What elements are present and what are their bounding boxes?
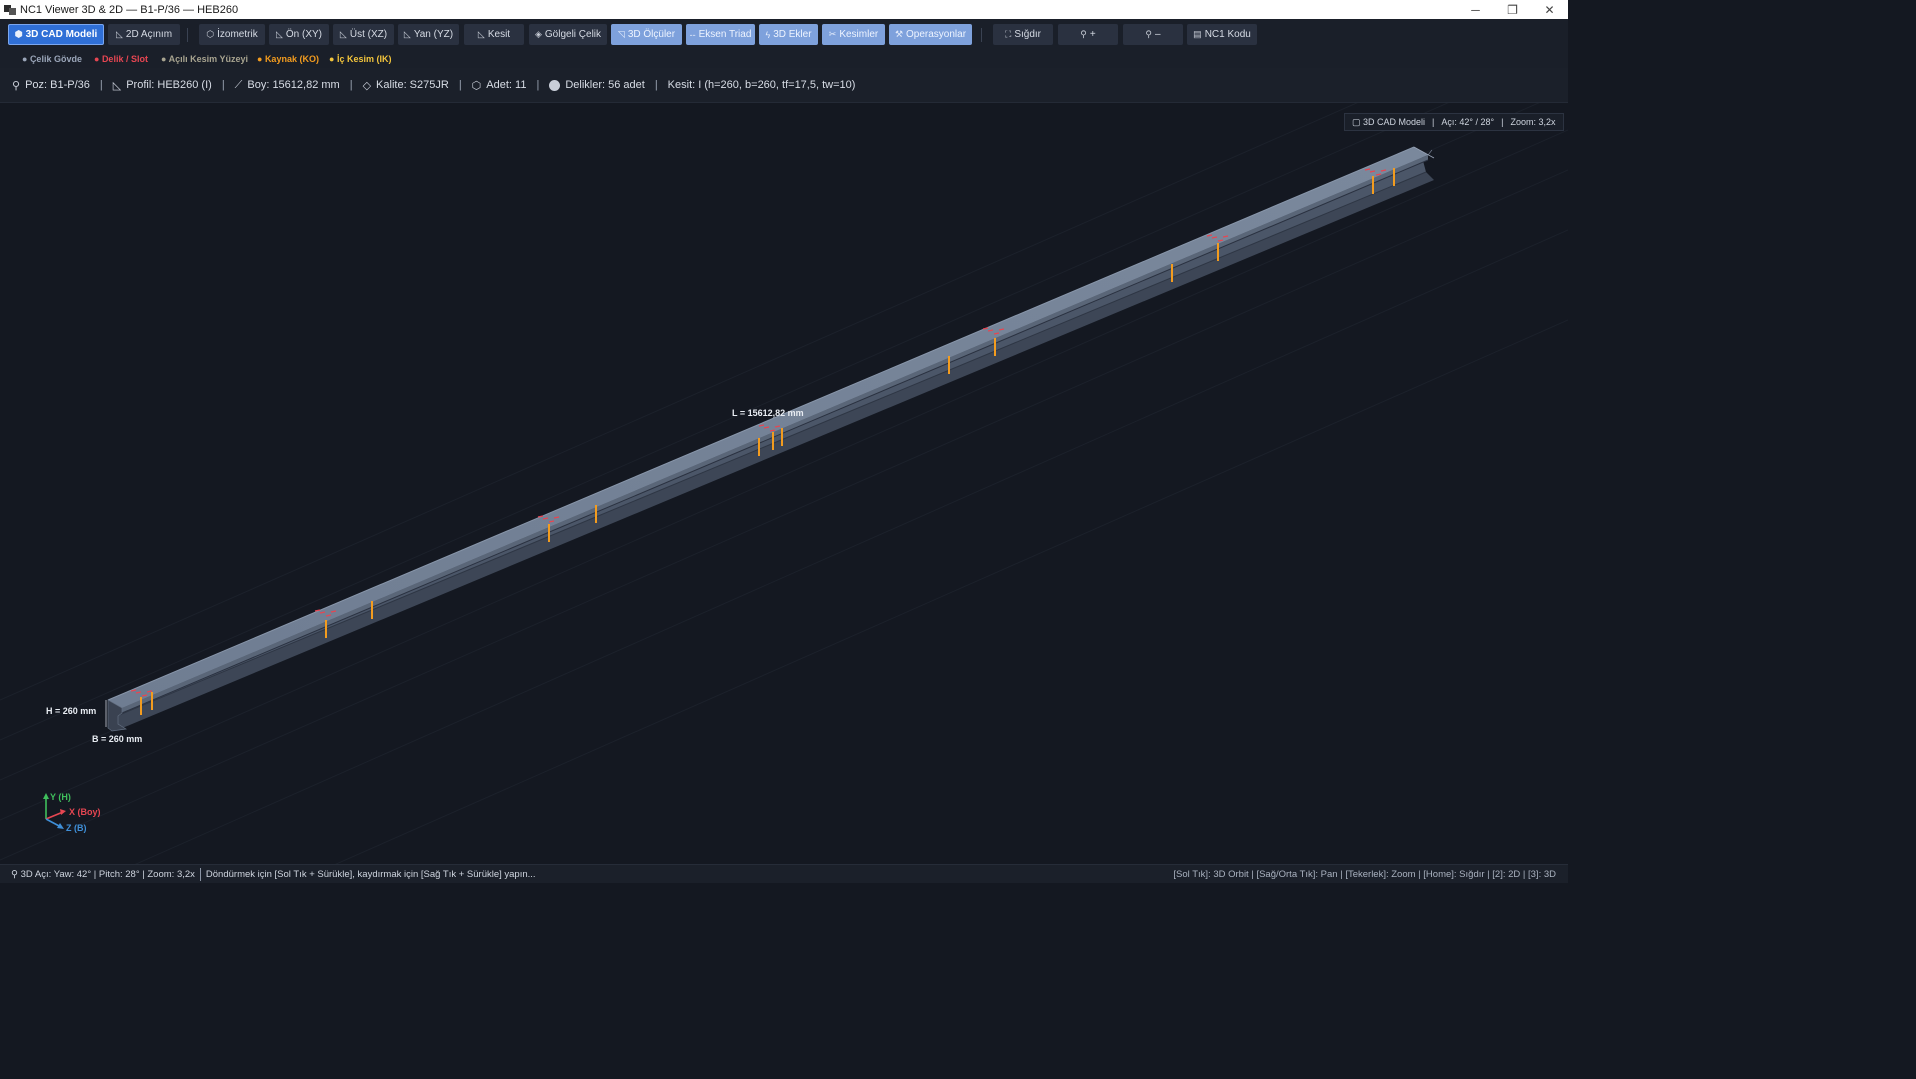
magnifier-icon: ⚲ xyxy=(1080,29,1087,39)
3d-attachments-toggle[interactable]: ϟ 3D Ekler xyxy=(759,24,818,45)
cube-icon: ⬢ xyxy=(14,29,23,39)
minimize-button[interactable]: ─ xyxy=(1457,0,1494,19)
nc1-code-button[interactable]: ▤ NC1 Kodu xyxy=(1187,24,1257,45)
close-button[interactable]: ✕ xyxy=(1531,0,1568,19)
3d-dimensions-toggle[interactable]: ◹ 3D Ölçüler xyxy=(611,24,682,45)
axis-triad-toggle[interactable]: -- Eksen Triad xyxy=(686,24,755,45)
scissors-icon: ✂ xyxy=(828,29,837,39)
top-view-button[interactable]: ◺ Üst (XZ) xyxy=(333,24,394,45)
view-angle-text: Açı: 42° / 28° xyxy=(1441,117,1495,127)
ruler-icon: ◺ xyxy=(403,29,411,39)
part-info-bar: ⚲ Poz: B1-P/36 | ◺ Profil: HEB260 (I) | ⟋ B… xyxy=(0,68,1568,103)
fit-icon: ⛶ xyxy=(1005,29,1012,39)
view-mode-text: 3D CAD Modeli xyxy=(1363,117,1426,127)
2d-unfold-button[interactable]: ◺ 2D Açınım xyxy=(108,24,180,45)
fit-view-button[interactable]: ⛶ Sığdır xyxy=(993,24,1053,45)
title-bar: NC1 Viewer 3D & 2D — B1-P/36 — HEB260 ─ … xyxy=(0,0,1568,19)
3d-cad-model-button[interactable]: ⬢ 3D CAD Modeli xyxy=(8,24,104,45)
app-icon xyxy=(4,4,16,15)
window-title: NC1 Viewer 3D & 2D — B1-P/36 — HEB260 xyxy=(20,3,239,16)
ruler-icon: ◺ xyxy=(275,29,283,39)
ruler-icon: ◺ xyxy=(115,29,123,39)
ruler-icon: ◹ xyxy=(617,29,625,39)
status-bar: ⚲ 3D Açı: Yaw: 42° | Pitch: 28° | Zoom: … xyxy=(0,864,1568,883)
legend-inner-cut: ● İç Kesim (IK) xyxy=(329,54,392,64)
section-view-button[interactable]: ◺ Kesit xyxy=(464,24,524,45)
beam-top-flange-edge xyxy=(122,155,1428,713)
y-axis-arrow xyxy=(43,793,49,799)
section-label: Kesit: I (h=260, b=260, tf=17,5, tw=10) xyxy=(667,79,856,91)
hole-icon xyxy=(549,79,561,91)
toolbar-divider xyxy=(187,28,188,42)
paint-icon: ◈ xyxy=(534,29,542,39)
box-icon: ⬡ xyxy=(471,79,482,92)
position-label: Poz: B1-P/36 xyxy=(25,79,90,91)
length-dimension-label: L = 15612,82 mm xyxy=(732,408,804,418)
status-shortcuts: [Sol Tık]: 3D Orbit | [Sağ/Orta Tık]: Pa… xyxy=(1173,868,1556,880)
legend-weld: ● Kaynak (KO) xyxy=(257,54,319,64)
holes-label: Delikler: 56 adet xyxy=(565,79,645,91)
grade-label: Kalite: S275JR xyxy=(376,79,449,91)
front-view-button[interactable]: ◺ Ön (XY) xyxy=(269,24,329,45)
bolt-icon: ϟ xyxy=(765,29,771,40)
cube-icon: ▢ xyxy=(1352,116,1364,127)
zoom-out-button[interactable]: ⚲ – xyxy=(1123,24,1183,45)
ruler-icon: ◺ xyxy=(112,79,122,92)
width-dimension-label: B = 260 mm xyxy=(92,734,142,744)
x-axis-label: X (Boy) xyxy=(69,807,101,817)
beam-body xyxy=(107,146,1435,732)
viewport-info-badge: ▢ 3D CAD Modeli | Açı: 42° / 28° | Zoom:… xyxy=(1344,113,1564,131)
isometric-view-button[interactable]: ⬡ İzometrik xyxy=(199,24,265,45)
pin-icon: ⚲ xyxy=(12,79,21,92)
length-label: Boy: 15612,82 mm xyxy=(247,79,340,91)
wrench-icon: ⚒ xyxy=(894,29,904,39)
legend-hole-slot: ● Delik / Slot xyxy=(94,54,148,64)
tag-icon: ◇ xyxy=(362,79,372,92)
main-toolbar: ⬢ 3D CAD Modeli ◺ 2D Açınım ⬡ İzometrik ◺ Ön… xyxy=(0,19,1568,51)
tape-icon: ⟋ xyxy=(234,78,243,91)
legend-angled-cut: ● Açılı Kesim Yüzeyi xyxy=(161,54,248,64)
axis-icon: -- xyxy=(689,29,696,40)
magnifier-icon: ⚲ xyxy=(1145,29,1153,39)
axis-triad: Y (H) X (Boy) Z (B) xyxy=(43,792,101,833)
restore-button[interactable]: ❐ xyxy=(1494,0,1531,19)
color-legend: ● Çelik Gövde ● Delik / Slot ● Açılı Kes… xyxy=(0,51,1568,68)
ruler-icon: ◺ xyxy=(339,29,347,39)
cuts-toggle[interactable]: ✂ Kesimler xyxy=(822,24,885,45)
side-view-button[interactable]: ◺ Yan (YZ) xyxy=(398,24,459,45)
document-icon: ▤ xyxy=(1193,29,1202,39)
ruler-icon: ◺ xyxy=(477,29,485,39)
3d-viewport[interactable]: L = 15612,82 mm H = 260 mm B = 260 mm Y … xyxy=(0,103,1568,864)
operations-toggle[interactable]: ⚒ Operasyonlar xyxy=(889,24,972,45)
x-axis-arrow xyxy=(60,809,66,815)
profile-label: Profil: HEB260 (I) xyxy=(126,79,212,91)
x-axis-line xyxy=(45,811,64,820)
y-axis-label: Y (H) xyxy=(50,792,71,802)
height-dimension-label: H = 260 mm xyxy=(46,706,96,716)
shaded-steel-button[interactable]: ◈ Gölgeli Çelik xyxy=(529,24,607,45)
status-hint: Döndürmek için [Sol Tık + Sürükle], kayd… xyxy=(205,868,536,880)
beam-bottom-flange xyxy=(112,172,1434,729)
beam-canvas[interactable]: L = 15612,82 mm H = 260 mm B = 260 mm Y … xyxy=(0,103,1568,864)
zoom-in-button[interactable]: ⚲ + xyxy=(1058,24,1118,45)
zoom-level-text: Zoom: 3,2x xyxy=(1510,117,1556,127)
legend-steel-body: ● Çelik Gövde xyxy=(22,54,82,64)
cube-icon: ⬡ xyxy=(206,29,215,39)
quantity-label: Adet: 11 xyxy=(486,79,527,91)
z-axis-label: Z (B) xyxy=(66,823,87,833)
status-view-info: ⚲ 3D Açı: Yaw: 42° | Pitch: 28° | Zoom: … xyxy=(11,868,195,880)
toolbar-divider xyxy=(981,28,982,42)
